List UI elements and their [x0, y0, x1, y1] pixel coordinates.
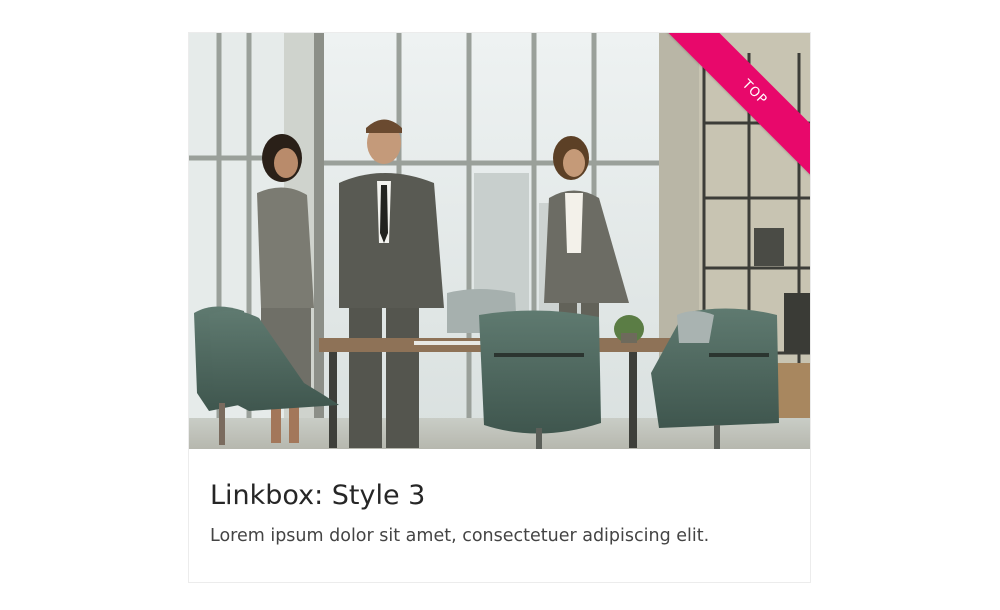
linkbox-title[interactable]: Linkbox: Style 3	[210, 479, 789, 513]
linkbox-card[interactable]: TOP Linkbox: Style 3 Lorem ipsum dolor s…	[188, 32, 811, 583]
linkbox-caption: Linkbox: Style 3 Lorem ipsum dolor sit a…	[210, 479, 789, 549]
linkbox-image: TOP	[189, 33, 810, 449]
linkbox-description: Lorem ipsum dolor sit amet, consectetuer…	[210, 526, 710, 546]
